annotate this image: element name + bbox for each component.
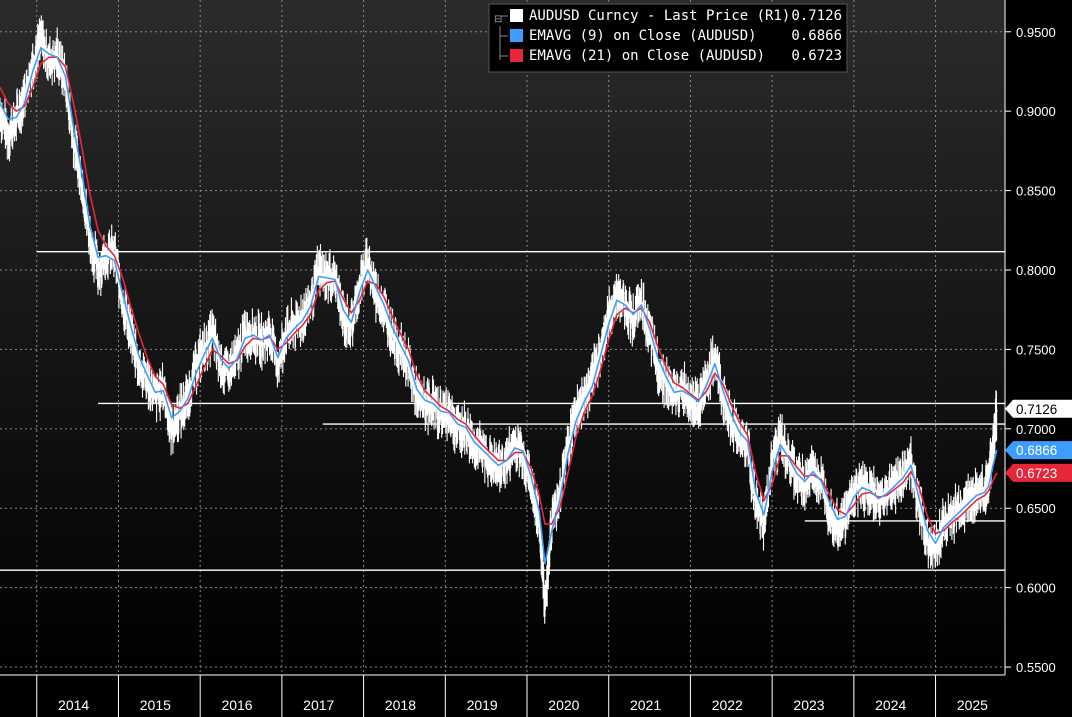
y-tick-label: 0.7000 [1016, 422, 1056, 437]
y-axis: 0.9500 0.9000 0.8500 0.8000 0.7500 0.7000 0.65… [1005, 25, 1056, 675]
last-value-tag-label: 0.6723 [1016, 466, 1057, 481]
x-tick-label: 2024 [875, 697, 906, 713]
legend-value: 0.7126 [791, 8, 842, 24]
y-tick-label: 0.9500 [1016, 25, 1056, 40]
y-tick-label: 0.7500 [1016, 342, 1056, 357]
x-tick-label: 2021 [630, 697, 661, 713]
last-value-tag-label: 0.6866 [1016, 443, 1057, 458]
y-tick-label: 0.8500 [1016, 184, 1056, 199]
x-tick-label: 2023 [793, 697, 824, 713]
legend-label: EMAVG (9) on Close (AUDUSD) [529, 28, 757, 44]
x-tick-label: 2022 [712, 697, 743, 713]
legend-swatch [510, 49, 523, 62]
last-value-tags: 0.7126 0.6866 0.6723 [1005, 399, 1072, 482]
x-tick-label: 2020 [548, 697, 579, 713]
x-tick-label: 2019 [467, 697, 498, 713]
legend-swatch [510, 29, 523, 42]
y-tick-label: 0.8000 [1016, 263, 1056, 278]
legend-swatch [510, 9, 523, 22]
last-value-tag-label: 0.7126 [1016, 402, 1057, 417]
legend-value: 0.6866 [791, 28, 842, 44]
legend: ⊟ AUDUSD Curncy - Last Price (R1) 0.7126E… [488, 3, 848, 73]
y-tick-label: 0.9000 [1016, 104, 1056, 119]
x-tick-label: 2025 [957, 697, 988, 713]
y-tick-label: 0.6000 [1016, 581, 1056, 596]
y-tick-label: 0.6500 [1016, 501, 1056, 516]
x-axis: 2014 2015 2016 2017 2018 2019 2020 2021 2022 2023… [36, 675, 988, 717]
chart-canvas: 0.9500 0.9000 0.8500 0.8000 0.7500 0.7000 0.65… [0, 0, 1072, 717]
x-tick-label: 2015 [140, 697, 171, 713]
x-tick-label: 2017 [303, 697, 334, 713]
legend-label: AUDUSD Curncy - Last Price (R1) [529, 8, 790, 24]
x-tick-label: 2016 [221, 697, 252, 713]
x-tick-label: 2018 [385, 697, 416, 713]
legend-label: EMAVG (21) on Close (AUDUSD) [529, 48, 765, 64]
x-tick-label: 2014 [58, 697, 89, 713]
y-tick-label: 0.5500 [1016, 660, 1056, 675]
legend-value: 0.6723 [791, 48, 842, 64]
